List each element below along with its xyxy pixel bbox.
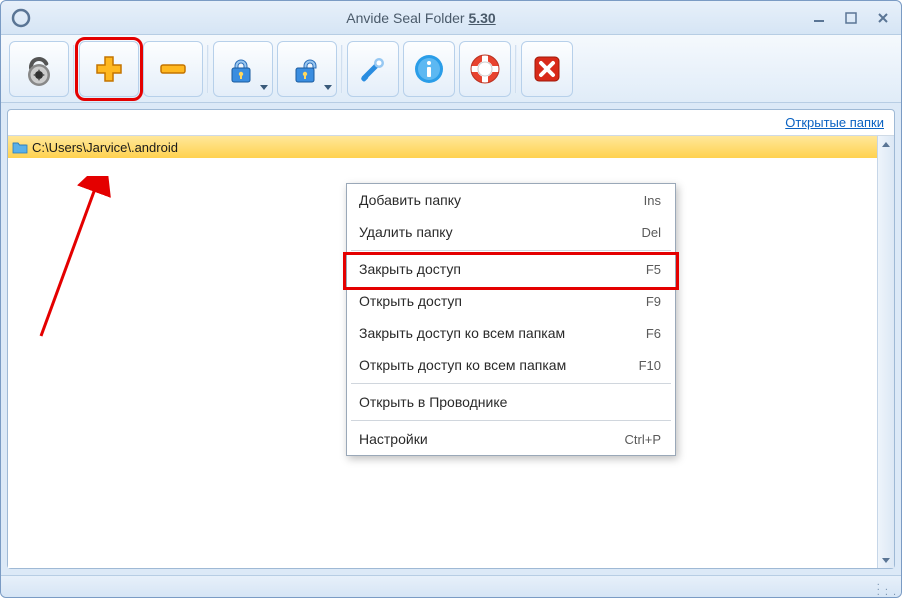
ctx-shortcut: F9 [646, 294, 661, 309]
ctx-shortcut: F10 [639, 358, 661, 373]
resize-grip[interactable]: .. .. . . [877, 580, 897, 595]
window-title: Anvide Seal Folder 5.30 [33, 10, 809, 26]
ctx-shortcut: Ctrl+P [625, 432, 661, 447]
open-folders-link[interactable]: Открытые папки [785, 115, 884, 130]
toolbar-separator [73, 45, 75, 93]
context-menu: Добавить папку Ins Удалить папку Del Зак… [346, 183, 676, 456]
scroll-up-button[interactable] [878, 136, 894, 153]
ctx-open-all[interactable]: Открыть доступ ко всем папкам F10 [347, 349, 675, 381]
open-access-button[interactable] [277, 41, 337, 97]
info-button[interactable] [403, 41, 455, 97]
add-folder-button[interactable] [79, 41, 139, 97]
folder-row[interactable]: C:\Users\Jarvice\.android [8, 136, 894, 158]
ctx-separator [351, 250, 671, 251]
folder-open-icon [12, 140, 28, 154]
content-header: Открытые папки [8, 110, 894, 136]
ctx-shortcut: Ins [644, 193, 661, 208]
ctx-close-all[interactable]: Закрыть доступ ко всем папкам F6 [347, 317, 675, 349]
minimize-button[interactable] [809, 10, 829, 26]
titlebar: Anvide Seal Folder 5.30 [1, 1, 901, 35]
scroll-down-button[interactable] [878, 153, 894, 170]
window-controls [809, 10, 893, 26]
ctx-label: Открыть в Проводнике [359, 394, 507, 410]
ctx-settings[interactable]: Настройки Ctrl+P [347, 423, 675, 455]
toolbar-separator [515, 45, 517, 93]
ctx-add-folder[interactable]: Добавить папку Ins [347, 184, 675, 216]
ctx-separator [351, 420, 671, 421]
help-button[interactable] [459, 41, 511, 97]
chevron-down-icon [324, 85, 332, 90]
maximize-button[interactable] [841, 10, 861, 26]
ctx-label: Добавить папку [359, 192, 461, 208]
ctx-remove-folder[interactable]: Удалить папку Del [347, 216, 675, 248]
ctx-label: Открыть доступ [359, 293, 462, 309]
chevron-down-icon [260, 85, 268, 90]
ctx-label: Закрыть доступ ко всем папкам [359, 325, 565, 341]
app-icon [9, 6, 33, 30]
statusbar: .. .. . . [1, 575, 901, 597]
ctx-label: Открыть доступ ко всем папкам [359, 357, 566, 373]
ctx-open-explorer[interactable]: Открыть в Проводнике [347, 386, 675, 418]
app-window: Anvide Seal Folder 5.30 [0, 0, 902, 598]
main-lock-button[interactable] [9, 41, 69, 97]
ctx-label: Закрыть доступ [359, 261, 461, 277]
close-button[interactable] [873, 10, 893, 26]
exit-button[interactable] [521, 41, 573, 97]
folder-path: C:\Users\Jarvice\.android [32, 140, 178, 155]
ctx-label: Настройки [359, 431, 428, 447]
toolbar [1, 35, 901, 103]
toolbar-separator [341, 45, 343, 93]
toolbar-separator [207, 45, 209, 93]
ctx-shortcut: F5 [646, 262, 661, 277]
settings-button[interactable] [347, 41, 399, 97]
ctx-separator [351, 383, 671, 384]
ctx-close-access[interactable]: Закрыть доступ F5 [347, 253, 675, 285]
title-version: 5.30 [468, 10, 495, 26]
ctx-label: Удалить папку [359, 224, 453, 240]
close-access-button[interactable] [213, 41, 273, 97]
vertical-scrollbar[interactable] [877, 136, 894, 568]
ctx-shortcut: Del [641, 225, 661, 240]
ctx-shortcut: F6 [646, 326, 661, 341]
title-text: Anvide Seal Folder [346, 10, 464, 26]
remove-folder-button[interactable] [143, 41, 203, 97]
ctx-open-access[interactable]: Открыть доступ F9 [347, 285, 675, 317]
